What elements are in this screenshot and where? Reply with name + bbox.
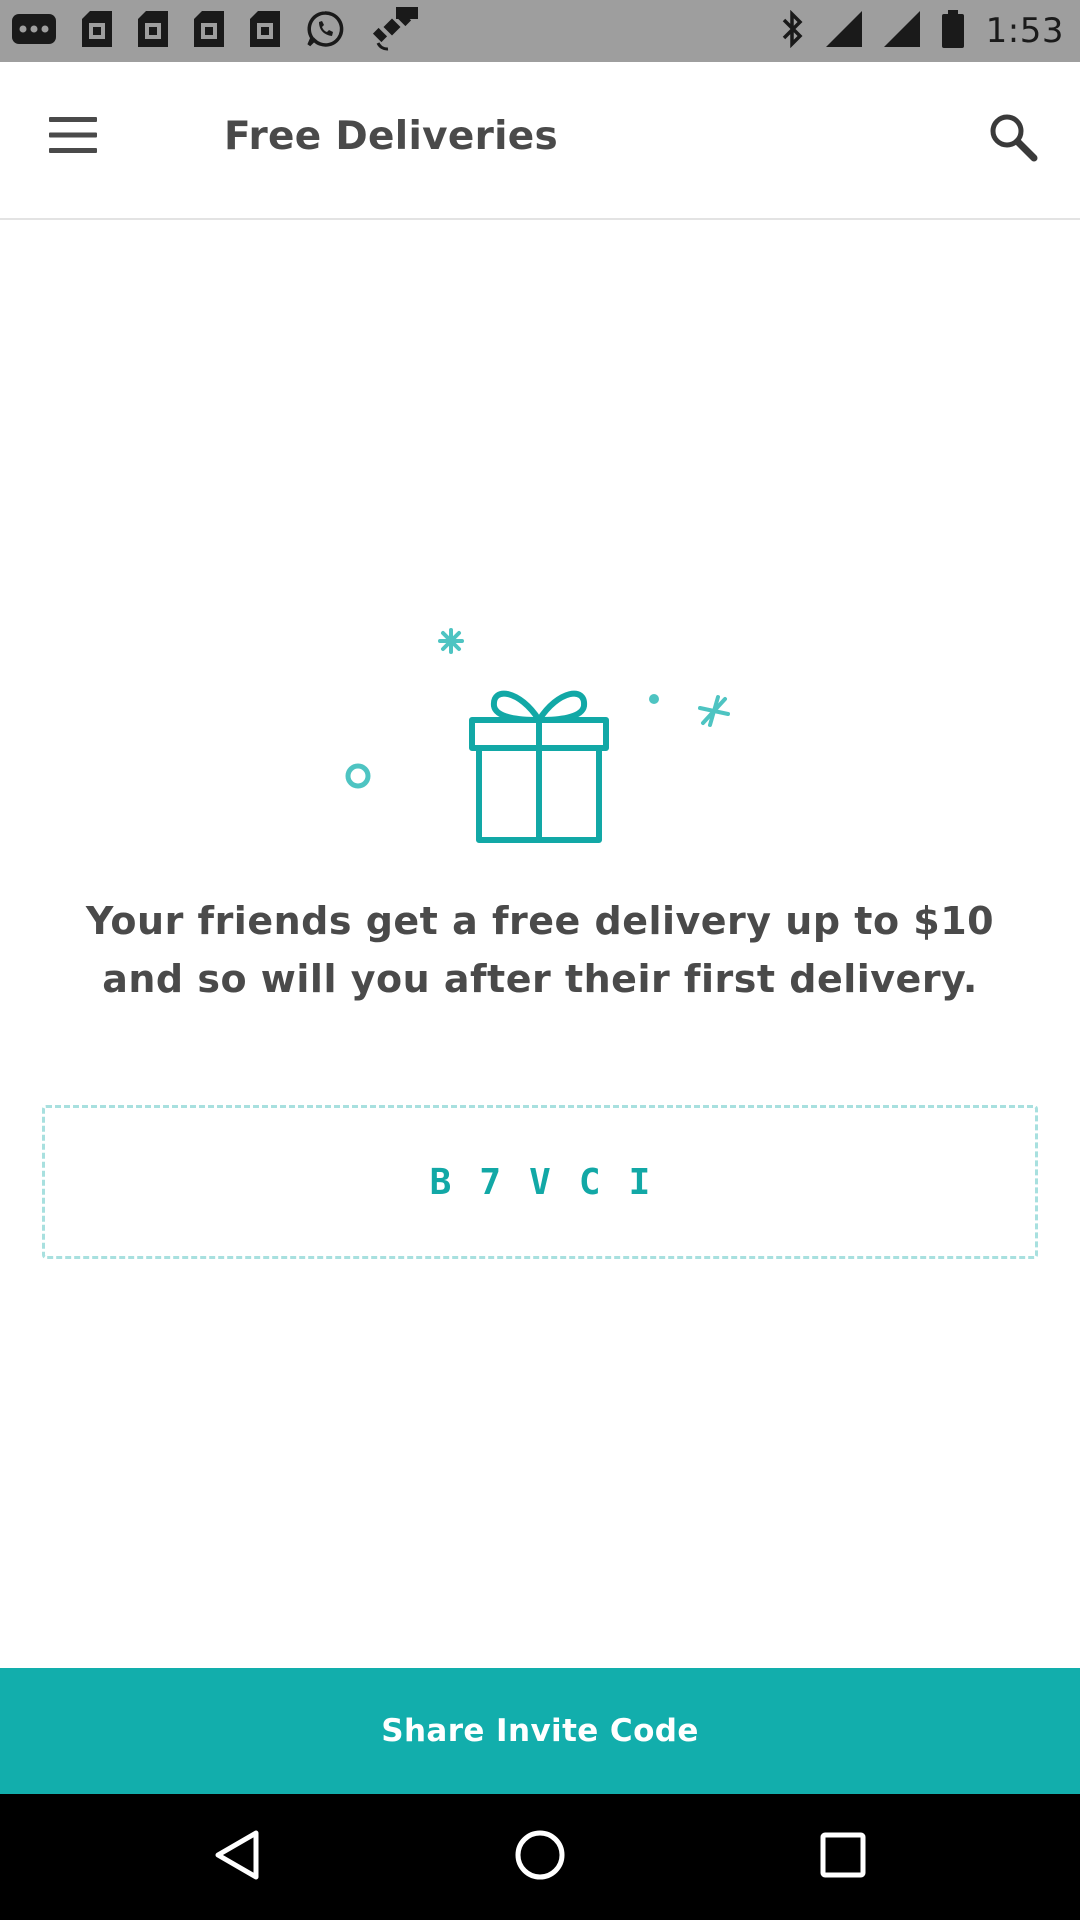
- share-button-label: Share Invite Code: [381, 1713, 699, 1749]
- invite-code: B7VCI: [429, 1161, 679, 1203]
- sparkle-dot-icon: [649, 694, 659, 704]
- signal-icon: [825, 11, 862, 51]
- invite-code-box[interactable]: B7VCI: [42, 1105, 1038, 1259]
- back-button[interactable]: [202, 1822, 272, 1892]
- sparkle-star-icon: [698, 695, 730, 727]
- satellite-fake-gps-icon: [370, 7, 418, 55]
- whatsapp-icon: [306, 10, 344, 52]
- gift-illustration: [330, 610, 750, 850]
- hamburger-menu-icon: [49, 115, 97, 159]
- home-button[interactable]: [505, 1822, 575, 1892]
- bluetooth-icon: [780, 9, 804, 52]
- sim-card-icon: [250, 11, 280, 51]
- more-dots-icon: [12, 14, 56, 48]
- status-time: 1:53: [985, 11, 1064, 51]
- share-invite-code-button[interactable]: Share Invite Code: [0, 1668, 1080, 1794]
- signal-icon: [883, 11, 920, 51]
- battery-icon: [941, 10, 964, 52]
- status-left-icons: [12, 7, 418, 55]
- gift-box-icon: [469, 690, 609, 843]
- sim-card-icon: [138, 11, 168, 51]
- sparkle-ring-icon: [345, 763, 371, 789]
- menu-button[interactable]: [38, 102, 108, 172]
- status-bar: 1:53: [0, 0, 1080, 62]
- referral-message: Your friends get a free delivery up to $…: [85, 899, 995, 1001]
- page-title: Free Deliveries: [224, 114, 559, 159]
- app-bar: Free Deliveries: [0, 62, 1080, 220]
- search-icon: [988, 112, 1038, 166]
- back-icon: [214, 1829, 260, 1885]
- recents-button[interactable]: [808, 1822, 878, 1892]
- status-right-icons: 1:53: [780, 8, 1064, 54]
- sim-card-icon: [194, 11, 224, 51]
- search-button[interactable]: [976, 102, 1050, 176]
- recents-icon: [820, 1832, 866, 1882]
- sim-card-icon: [82, 11, 112, 51]
- system-nav-bar: [0, 1794, 1080, 1920]
- sparkle-star-icon: [438, 628, 464, 654]
- home-icon: [514, 1829, 566, 1885]
